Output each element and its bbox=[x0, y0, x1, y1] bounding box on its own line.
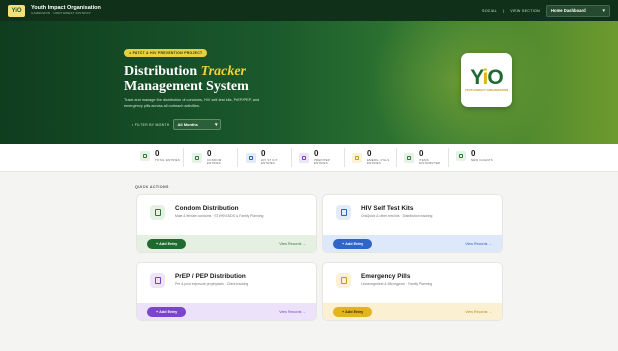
chevron-down-icon: ▾ bbox=[602, 7, 605, 14]
card-prep-pep-distribution: PrEP / PEP Distribution Pre & post expos… bbox=[136, 262, 317, 321]
project-badge: ● PATCT & HIV PREVENTION PROJECT bbox=[124, 49, 208, 57]
stat-icon bbox=[140, 151, 150, 162]
month-select[interactable]: All Months ▾ bbox=[173, 119, 222, 130]
stat-prep-pep-entries: 0 PREP/PEP ENTRIES bbox=[299, 150, 340, 166]
hero-banner: ● PATCT & HIV PREVENTION PROJECT Distrib… bbox=[0, 21, 618, 144]
filter-label-text: FILTER BY MONTH bbox=[134, 122, 170, 127]
top-right-controls: Social | VIEW SECTION Home Dashboard ▾ bbox=[482, 4, 610, 17]
org-identity: Youth Impact Organisation CAMEROON · NOR… bbox=[31, 5, 101, 16]
card-footer: + Add Entry View Records → bbox=[323, 303, 502, 320]
stats-strip: 0 TOTAL ENTRIES 0 CONDOM ENTRIES 0 HIV ST K… bbox=[0, 144, 618, 172]
page-title: Distribution Tracker Management System bbox=[124, 64, 249, 94]
divider bbox=[237, 148, 238, 167]
card-condom-distribution: Condom Distribution Male & female condom… bbox=[136, 194, 317, 253]
card-subtitle: Levonorgestrel & Microgynon · Family Pla… bbox=[361, 282, 433, 286]
view-records-link[interactable]: View Records → bbox=[279, 310, 306, 314]
card-title: Emergency Pills bbox=[361, 273, 411, 280]
card-subtitle: Pre & post exposure prophylaxis · Client… bbox=[175, 282, 249, 286]
org-logo[interactable]: YiO bbox=[8, 4, 25, 17]
page-description: Track and manage the distribution of con… bbox=[124, 98, 260, 108]
stat-new-clients: 0 NEW CLIENTS bbox=[456, 150, 493, 162]
stat-value: 0 bbox=[314, 149, 319, 158]
card-hiv-self-test-kits: HIV Self Test Kits OraQuick & other test… bbox=[322, 194, 503, 253]
stat-label: CONDOM ENTRIES bbox=[207, 158, 222, 166]
stat-label: PREP/PEP ENTRIES bbox=[314, 158, 331, 166]
add-entry-button[interactable]: + Add Entry bbox=[333, 238, 373, 249]
stat-value: 0 bbox=[155, 149, 160, 158]
stat-emergency-pills-entries: 0 EMERG. PILLS ENTRIES bbox=[352, 150, 399, 166]
stat-icon bbox=[352, 152, 362, 163]
title-part-2: Management System bbox=[124, 79, 249, 94]
add-entry-button[interactable]: + Add Entry bbox=[333, 306, 373, 317]
stat-label: EMERG. PILLS ENTRIES bbox=[367, 158, 390, 166]
hero-glow bbox=[358, 21, 558, 144]
section-select-value: Home Dashboard bbox=[551, 8, 586, 13]
stat-value: 0 bbox=[261, 149, 266, 158]
stat-icon bbox=[246, 152, 256, 163]
stat-label: TOTAL ENTRIES bbox=[155, 158, 180, 162]
add-entry-button[interactable]: + Add Entry bbox=[147, 238, 187, 249]
view-records-link[interactable]: View Records → bbox=[279, 242, 306, 246]
stat-icon bbox=[456, 151, 466, 162]
stat-icon bbox=[404, 152, 414, 163]
logo-mark-o: O bbox=[487, 65, 503, 89]
stat-total-entries: 0 TOTAL ENTRIES bbox=[140, 150, 180, 162]
stat-label: HIV ST KIT ENTRIES bbox=[261, 158, 278, 166]
condom-icon bbox=[150, 205, 165, 220]
filter-label: ▪ FILTER BY MONTH bbox=[132, 123, 169, 127]
divider bbox=[448, 148, 449, 167]
card-footer: + Add Entry View Records → bbox=[323, 235, 502, 252]
divider bbox=[183, 148, 184, 167]
divider bbox=[291, 148, 292, 167]
section-select[interactable]: Home Dashboard ▾ bbox=[546, 4, 610, 17]
view-records-link[interactable]: View Records → bbox=[465, 242, 492, 246]
org-subtitle: CAMEROON · NORTHWEST DISTRICT bbox=[31, 11, 92, 16]
stat-condom-entries: 0 CONDOM ENTRIES bbox=[192, 150, 233, 166]
stat-icon bbox=[299, 152, 309, 163]
separator: | bbox=[503, 8, 505, 13]
social-link[interactable]: Social bbox=[482, 9, 497, 13]
card-footer: + Add Entry View Records → bbox=[137, 235, 316, 252]
card-footer: + Add Entry View Records → bbox=[137, 303, 316, 320]
title-accent: Tracker bbox=[200, 64, 246, 79]
stat-value: 0 bbox=[419, 149, 424, 158]
title-part-1: Distribution bbox=[124, 64, 198, 79]
logo-text: YiO bbox=[11, 7, 22, 14]
stat-label: NEW CLIENTS bbox=[471, 158, 493, 162]
logo-tagline: YOUTH IMPACT ORGANISATION bbox=[464, 87, 509, 92]
stat-icon bbox=[192, 152, 202, 163]
stat-value: 0 bbox=[367, 149, 372, 158]
stat-value: 0 bbox=[207, 149, 212, 158]
quick-actions-heading: QUICK ACTIONS bbox=[135, 185, 169, 189]
stat-label: ITEMS DISTRIBUTED bbox=[419, 158, 441, 166]
card-title: PrEP / PEP Distribution bbox=[175, 273, 246, 280]
card-title: Condom Distribution bbox=[175, 205, 239, 212]
pill-icon bbox=[336, 273, 351, 288]
top-bar: YiO Youth Impact Organisation CAMEROON ·… bbox=[0, 0, 618, 21]
stat-items-distributed: 0 ITEMS DISTRIBUTED bbox=[404, 150, 447, 166]
add-entry-button[interactable]: + Add Entry bbox=[147, 306, 187, 317]
month-select-value: All Months bbox=[177, 122, 198, 127]
view-section-label: VIEW SECTION bbox=[510, 8, 540, 13]
pill-bottle-icon bbox=[150, 273, 165, 288]
chevron-down-icon: ▾ bbox=[214, 121, 218, 128]
card-emergency-pills: Emergency Pills Levonorgestrel & Microgy… bbox=[322, 262, 503, 321]
divider bbox=[344, 148, 345, 167]
card-title: HIV Self Test Kits bbox=[361, 205, 414, 212]
test-kit-icon bbox=[336, 205, 351, 220]
logo-mark: YiO bbox=[470, 65, 503, 89]
stat-value: 0 bbox=[471, 149, 476, 158]
card-subtitle: Male & female condoms · STI/HIV/AIDS & F… bbox=[175, 214, 264, 218]
month-filter: ▪ FILTER BY MONTH All Months ▾ bbox=[132, 119, 222, 130]
divider bbox=[396, 148, 397, 167]
brand-logo: YiO YOUTH IMPACT ORGANISATION bbox=[461, 53, 512, 107]
stat-hiv-st-entries: 0 HIV ST KIT ENTRIES bbox=[246, 150, 289, 166]
view-records-link[interactable]: View Records → bbox=[465, 310, 492, 314]
logo-mark-y: Y bbox=[470, 65, 483, 89]
card-subtitle: OraQuick & other test kits · Distributio… bbox=[361, 214, 433, 218]
